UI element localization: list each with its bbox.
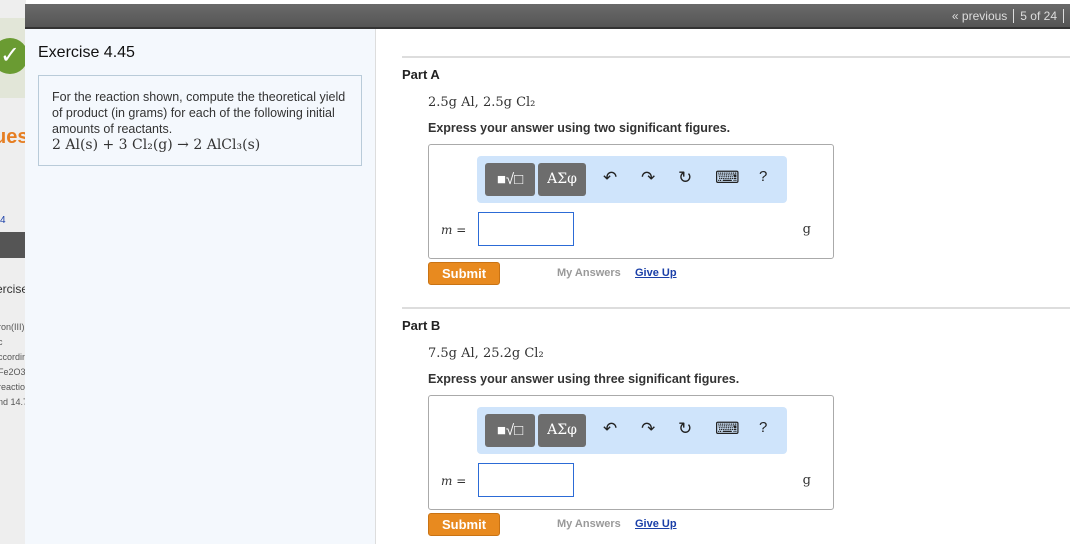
undo-icon[interactable]: ↶ [603,168,617,188]
math-toolbar: ■√□ ΑΣφ ↶ ↷ ↻ ⌨ ? [477,407,787,454]
templates-button[interactable]: ■√□ [485,414,535,447]
previous-link[interactable]: « previous [945,9,1015,23]
submit-button[interactable]: Submit [428,513,500,536]
variable-label: m = [441,223,467,237]
instruction: Express your answer using two significan… [428,121,731,135]
part-b-section: Part B 7.5g Al, 25.2g Cl₂ Express your a… [402,307,1070,536]
background-text: ercise [0,282,26,296]
bg-line: nd 14.7 [0,397,26,407]
submit-button[interactable]: Submit [428,262,500,285]
unit-label: g [802,222,811,237]
symbols-button[interactable]: ΑΣφ [538,163,586,196]
redo-icon[interactable]: ↷ [641,168,655,188]
keyboard-icon[interactable]: ⌨ [715,168,740,188]
give-up-link[interactable]: Give Up [635,267,677,279]
top-nav-bar: « previous 5 of 24 [25,4,1070,29]
checkmark-icon: ✓ [0,38,26,74]
background-page: ✓ ues 4 ercise ron(III) c ccordin Fe2O3(… [0,0,26,544]
answer-box: ■√□ ΑΣφ ↶ ↷ ↻ ⌨ ? m = g [428,144,834,259]
exercise-panel: Exercise 4.45 For the reaction shown, co… [25,29,376,544]
background-text: ues [0,126,26,148]
answer-input[interactable] [478,463,574,497]
given-amounts: 2.5g Al, 2.5g Cl₂ [428,95,1070,110]
templates-button[interactable]: ■√□ [485,163,535,196]
reset-icon[interactable]: ↻ [678,419,692,439]
action-row: Submit My Answers Give Up [428,262,1070,285]
bg-line: ccordin [0,352,26,362]
redo-icon[interactable]: ↷ [641,419,655,439]
reaction-equation: 2 Al(s) + 3 Cl₂(g) → 2 AlCl₃(s) [52,137,261,153]
instruction: Express your answer using three signific… [428,372,740,386]
bg-line: ron(III) c [0,322,25,347]
math-toolbar: ■√□ ΑΣφ ↶ ↷ ↻ ⌨ ? [477,156,787,203]
help-icon[interactable]: ? [759,168,767,185]
part-a-section: Part A 2.5g Al, 2.5g Cl₂ Express your an… [402,56,1070,285]
give-up-link[interactable]: Give Up [635,518,677,530]
unit-label: g [802,473,811,488]
given-text: 7.5g Al, 25.2g Cl₂ [428,346,544,361]
reset-icon[interactable]: ↻ [678,168,692,188]
answer-box: ■√□ ΑΣφ ↶ ↷ ↻ ⌨ ? m = g [428,395,834,510]
background-bar [0,232,26,258]
action-row: Submit My Answers Give Up [428,513,1070,536]
problem-statement: For the reaction shown, compute the theo… [38,75,362,166]
background-text: ron(III) c ccordin Fe2O3( reactio nd 14.… [0,320,26,410]
help-icon[interactable]: ? [759,419,767,436]
my-answers-link[interactable]: My Answers [557,518,621,530]
symbols-button[interactable]: ΑΣφ [538,414,586,447]
background-link: 4 [0,215,6,226]
part-title: Part B [402,318,441,333]
my-answers-link[interactable]: My Answers [557,267,621,279]
undo-icon[interactable]: ↶ [603,419,617,439]
part-title: Part A [402,67,440,82]
position-indicator: 5 of 24 [1014,9,1064,23]
exercise-title: Exercise 4.45 [38,44,135,61]
bg-line: reactio [0,382,26,392]
pagination: « previous 5 of 24 [945,9,1064,23]
given-amounts: 7.5g Al, 25.2g Cl₂ [428,346,1070,361]
answer-input[interactable] [478,212,574,246]
problem-text: For the reaction shown, compute the theo… [52,90,346,136]
variable-label: m = [441,474,467,488]
keyboard-icon[interactable]: ⌨ [715,419,740,439]
bg-line: Fe2O3( [0,367,26,377]
given-text: 2.5g Al, 2.5g Cl₂ [428,95,536,110]
